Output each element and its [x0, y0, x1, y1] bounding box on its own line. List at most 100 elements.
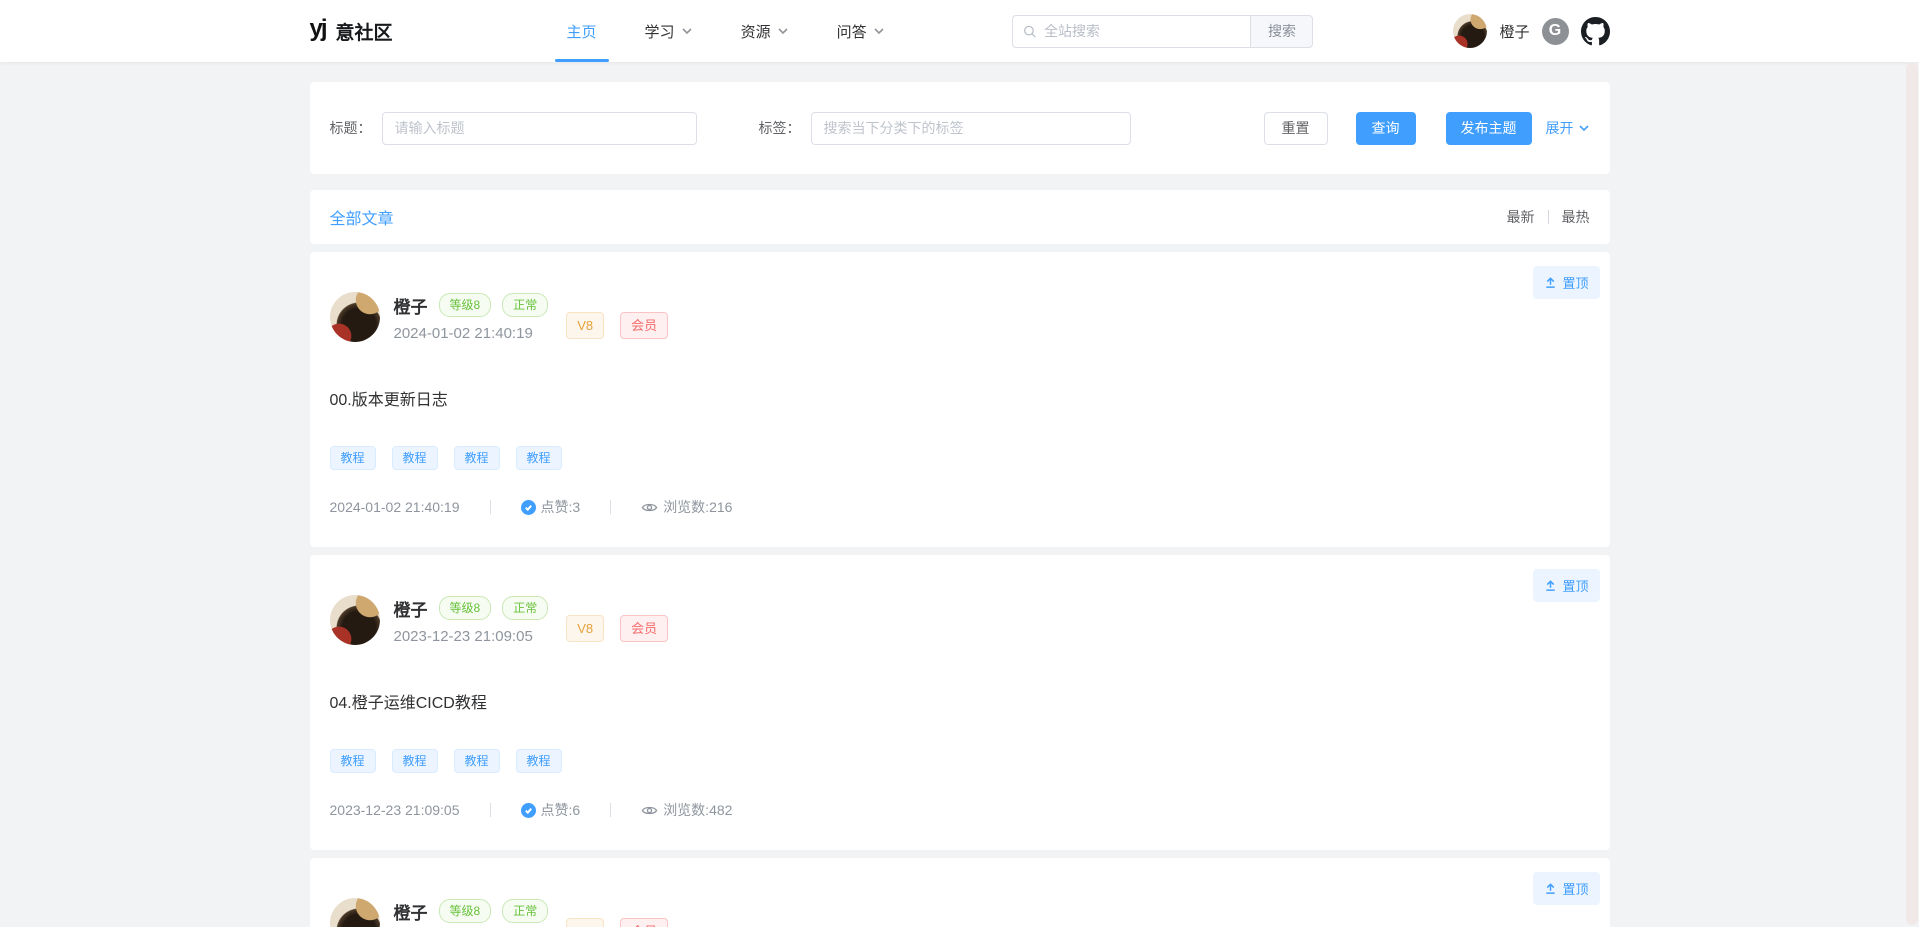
like-check-icon [521, 803, 536, 818]
status-badge: 正常 [502, 293, 548, 317]
level-badge: 等级8 [439, 596, 492, 620]
filter-panel: 标题： 标签： 重置 查询 发布主题 展开 [310, 82, 1610, 174]
nav-item-learn[interactable]: 学习 [621, 0, 717, 62]
topic-tags: 教程 教程 教程 教程 [330, 749, 1590, 773]
post-time: 2024-01-02 21:40:19 [394, 325, 549, 342]
nav-label: 资源 [741, 21, 771, 42]
all-articles-link[interactable]: 全部文章 [330, 205, 394, 229]
footer-divider [610, 803, 611, 817]
global-search: 搜索 [1012, 15, 1313, 48]
query-button[interactable]: 查询 [1356, 112, 1416, 145]
main-nav: 主页 学习 资源 问答 [543, 0, 909, 62]
search-icon [1023, 24, 1037, 39]
vip-badge: V8 [566, 918, 604, 927]
like-check-icon [521, 500, 536, 515]
level-badge: 等级8 [439, 293, 492, 317]
post-title[interactable]: 04.橙子运维CICD教程 [330, 689, 1590, 713]
post-card[interactable]: 置顶 橙子 等级8 正常 2024-01-02 21:40:19 V8 会员 0… [310, 252, 1610, 547]
topic-tag[interactable]: 教程 [516, 749, 562, 773]
pin-button[interactable]: 置顶 [1533, 872, 1599, 905]
topic-tag[interactable]: 教程 [516, 446, 562, 470]
topic-tag[interactable]: 教程 [330, 749, 376, 773]
user-avatar[interactable] [1453, 14, 1487, 48]
sort-hottest[interactable]: 最热 [1562, 207, 1590, 227]
post-title[interactable]: 00.版本更新日志 [330, 386, 1590, 410]
post-footer: 2023-12-23 21:09:05 点赞:6 浏览数:482 [330, 800, 1590, 820]
vip-badge: V8 [566, 312, 604, 339]
post-author-header: 橙子 等级8 正常 2023-12-23 21:09:05 V8 会员 [330, 595, 1590, 645]
chevron-down-icon [681, 25, 693, 37]
member-badge: 会员 [620, 312, 668, 339]
eye-icon [641, 499, 658, 516]
title-field-label: 标题： [330, 118, 372, 138]
pin-top-icon [1544, 579, 1557, 592]
nav-item-resources[interactable]: 资源 [717, 0, 813, 62]
post-card[interactable]: 置顶 橙子 等级8 正常 2023-12-16 15:22:38 V8 会员 [310, 858, 1610, 927]
title-filter-input[interactable] [382, 112, 697, 145]
chevron-down-icon [873, 25, 885, 37]
chevron-down-icon [777, 25, 789, 37]
nav-label: 主页 [567, 21, 597, 42]
author-name[interactable]: 橙子 [394, 899, 428, 924]
site-name: 意社区 [336, 18, 393, 45]
likes-stat: 点赞:3 [521, 497, 581, 517]
post-card[interactable]: 置顶 橙子 等级8 正常 2023-12-23 21:09:05 V8 会员 0… [310, 555, 1610, 850]
chevron-down-icon [1578, 122, 1590, 134]
topic-tag[interactable]: 教程 [392, 749, 438, 773]
likes-stat: 点赞:6 [521, 800, 581, 820]
search-input[interactable] [1044, 23, 1240, 39]
pin-button[interactable]: 置顶 [1533, 266, 1599, 299]
search-button[interactable]: 搜索 [1250, 15, 1313, 48]
site-logo: yj [310, 17, 326, 41]
topic-tag[interactable]: 教程 [392, 446, 438, 470]
topic-tags: 教程 教程 教程 教程 [330, 446, 1590, 470]
footer-date: 2023-12-23 21:09:05 [330, 802, 460, 818]
footer-divider [610, 500, 611, 514]
status-badge: 正常 [502, 596, 548, 620]
tag-field-label: 标签： [759, 118, 801, 138]
sort-newest[interactable]: 最新 [1507, 207, 1535, 227]
author-avatar[interactable] [330, 595, 380, 645]
member-badge: 会员 [620, 918, 668, 927]
footer-date: 2024-01-02 21:40:19 [330, 499, 460, 515]
sort-group: 最新 最热 [1507, 207, 1590, 227]
post-author-header: 橙子 等级8 正常 2024-01-02 21:40:19 V8 会员 [330, 292, 1590, 342]
list-header: 全部文章 最新 最热 [310, 190, 1610, 244]
footer-divider [490, 803, 491, 817]
pin-button[interactable]: 置顶 [1533, 569, 1599, 602]
gitee-icon[interactable]: G [1542, 18, 1569, 45]
status-badge: 正常 [502, 899, 548, 923]
author-name[interactable]: 橙子 [394, 293, 428, 318]
post-author-header: 橙子 等级8 正常 2023-12-16 15:22:38 V8 会员 [330, 898, 1590, 927]
footer-divider [490, 500, 491, 514]
reset-button[interactable]: 重置 [1264, 112, 1328, 145]
username[interactable]: 橙子 [1499, 21, 1529, 42]
publish-topic-button[interactable]: 发布主题 [1446, 112, 1532, 145]
post-time: 2023-12-23 21:09:05 [394, 628, 549, 645]
tag-filter-input[interactable] [811, 112, 1131, 145]
nav-label: 问答 [837, 21, 867, 42]
member-badge: 会员 [620, 615, 668, 642]
author-avatar[interactable] [330, 898, 380, 927]
sort-divider [1548, 210, 1549, 224]
topic-tag[interactable]: 教程 [454, 446, 500, 470]
eye-icon [641, 802, 658, 819]
brand[interactable]: yj 意社区 [310, 18, 393, 45]
views-stat: 浏览数:482 [641, 800, 732, 820]
vip-badge: V8 [566, 615, 604, 642]
top-navbar: yj 意社区 主页 学习 资源 问答 搜索 [0, 0, 1919, 62]
github-icon[interactable] [1581, 17, 1610, 46]
expand-toggle[interactable]: 展开 [1546, 118, 1590, 138]
pin-top-icon [1544, 882, 1557, 895]
views-stat: 浏览数:216 [641, 497, 732, 517]
nav-item-home[interactable]: 主页 [543, 0, 621, 62]
scrollbar[interactable] [1906, 63, 1918, 925]
author-name[interactable]: 橙子 [394, 596, 428, 621]
nav-item-qa[interactable]: 问答 [813, 0, 909, 62]
topic-tag[interactable]: 教程 [330, 446, 376, 470]
user-cluster: 橙子 G [1453, 14, 1609, 48]
pin-top-icon [1544, 276, 1557, 289]
topic-tag[interactable]: 教程 [454, 749, 500, 773]
post-footer: 2024-01-02 21:40:19 点赞:3 浏览数:216 [330, 497, 1590, 517]
author-avatar[interactable] [330, 292, 380, 342]
